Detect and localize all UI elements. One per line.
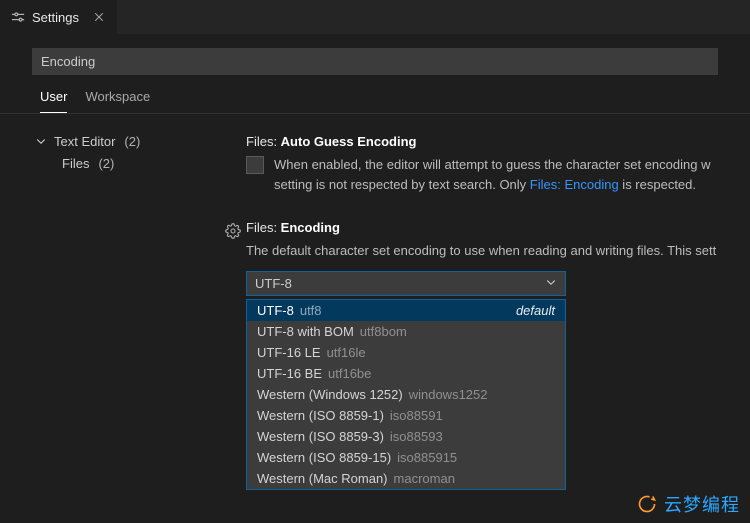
setting-name: Encoding <box>281 220 340 235</box>
encoding-select-value: UTF-8 <box>255 276 292 291</box>
tree-node-label: Files <box>62 156 89 171</box>
chevron-down-icon <box>34 134 48 148</box>
encoding-dropdown: UTF-8utf8defaultUTF-8 with BOMutf8bomUTF… <box>246 299 566 490</box>
encoding-select[interactable]: UTF-8 <box>246 271 566 296</box>
settings-content: Files: Auto Guess Encoding When enabled,… <box>228 114 750 523</box>
setting-link-files-encoding[interactable]: Files: Encoding <box>530 177 619 192</box>
scope-tab-workspace[interactable]: Workspace <box>85 89 150 113</box>
scope-tabs: User Workspace <box>0 75 750 114</box>
setting-description: The default character set encoding to us… <box>246 241 746 261</box>
tree-node-text-editor[interactable]: Text Editor (2) <box>28 130 220 152</box>
encoding-option[interactable]: Western (ISO 8859-1)iso88591 <box>247 405 565 426</box>
tree-node-count: (2) <box>98 156 114 171</box>
scope-tab-user[interactable]: User <box>40 89 67 113</box>
encoding-option[interactable]: UTF-8utf8default <box>247 300 565 321</box>
encoding-option[interactable]: Western (ISO 8859-15)iso885915 <box>247 447 565 468</box>
setting-prefix: Files: <box>246 134 281 149</box>
settings-sliders-icon <box>10 9 26 25</box>
setting-auto-guess-encoding: Files: Auto Guess Encoding When enabled,… <box>246 134 750 194</box>
settings-search-row <box>0 34 750 75</box>
tab-bar: Settings <box>0 0 750 34</box>
tab-label: Settings <box>32 10 79 25</box>
settings-tree: Text Editor (2) Files (2) <box>0 114 228 523</box>
tree-node-files[interactable]: Files (2) <box>28 152 220 174</box>
tab-settings[interactable]: Settings <box>0 0 118 34</box>
encoding-option[interactable]: UTF-16 LEutf16le <box>247 342 565 363</box>
chevron-down-icon <box>545 276 557 291</box>
auto-guess-encoding-checkbox[interactable] <box>246 156 264 174</box>
setting-encoding: Files: Encoding The default character se… <box>246 220 750 296</box>
close-icon[interactable] <box>91 9 107 25</box>
setting-name: Auto Guess Encoding <box>281 134 417 149</box>
setting-description: When enabled, the editor will attempt to… <box>274 155 710 194</box>
tree-node-label: Text Editor <box>54 134 115 149</box>
encoding-option[interactable]: Western (ISO 8859-3)iso88593 <box>247 426 565 447</box>
tree-node-count: (2) <box>124 134 140 149</box>
settings-search-input[interactable] <box>32 48 718 75</box>
encoding-option[interactable]: UTF-16 BEutf16be <box>247 363 565 384</box>
gear-icon[interactable] <box>224 222 242 240</box>
setting-prefix: Files: <box>246 220 281 235</box>
encoding-option[interactable]: Western (Mac Roman)macroman <box>247 468 565 489</box>
encoding-option[interactable]: UTF-8 with BOMutf8bom <box>247 321 565 342</box>
encoding-option[interactable]: Western (Windows 1252)windows1252 <box>247 384 565 405</box>
